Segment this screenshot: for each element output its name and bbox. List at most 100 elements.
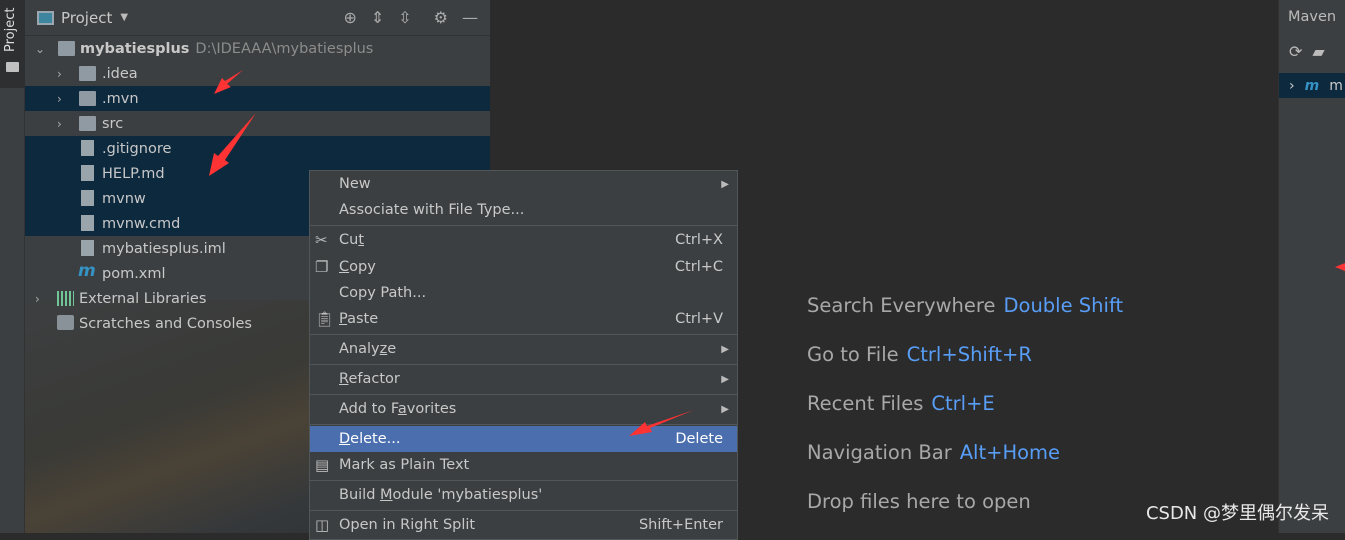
refresh-icon[interactable]: ⟳	[1289, 42, 1302, 61]
chevron-right-icon[interactable]: ›	[35, 292, 40, 306]
maven-icon: m	[78, 261, 96, 281]
tree-item-label: .idea	[102, 65, 138, 82]
folder-icon	[79, 116, 96, 131]
maven-title: Maven	[1288, 9, 1337, 25]
chevron-right-icon[interactable]: ›	[1289, 78, 1295, 94]
mnemonic: a	[397, 401, 407, 417]
chevron-down-icon[interactable]: ⌄	[35, 42, 45, 56]
chevron-right-icon[interactable]: ›	[57, 92, 62, 106]
menu-label: Analy	[339, 341, 380, 357]
hint-shortcut: Double Shift	[1003, 294, 1124, 317]
plain-text-icon: ▤	[315, 456, 330, 474]
root-name: mybatiesplus	[80, 40, 190, 57]
menu-label: Cu	[339, 232, 359, 248]
project-view-selector[interactable]: Project	[61, 9, 112, 27]
context-menu: New ▶ Associate with File Type... ✂ Cut Ctr…	[309, 170, 738, 540]
menu-label: aste	[347, 311, 379, 327]
mnemonic: t	[358, 232, 365, 248]
menu-item-new[interactable]: New ▶	[310, 171, 737, 197]
maven-project-label: m	[1329, 77, 1343, 94]
tree-item-label: External Libraries	[79, 290, 207, 307]
menu-separator	[310, 510, 737, 511]
collapse-all-icon[interactable]: ⇳	[398, 8, 411, 27]
menu-item-add-to-favorites[interactable]: Add to Favorites ▶	[310, 396, 737, 422]
chevron-right-icon[interactable]: ›	[57, 117, 62, 131]
menu-item-associate-file-type[interactable]: Associate with File Type...	[310, 197, 737, 223]
project-view-icon	[37, 10, 54, 25]
chevron-right-icon[interactable]: ›	[57, 67, 62, 81]
watermark: CSDN @梦里偶尔发呆	[1145, 503, 1329, 524]
maven-panel: Maven ⟳ ▰ › m m	[1278, 0, 1345, 533]
tree-item-label: .gitignore	[102, 140, 172, 157]
menu-item-paste[interactable]: 📋︎ Paste Ctrl+V	[310, 306, 737, 332]
scissors-icon: ✂	[315, 231, 328, 249]
file-icon	[81, 240, 94, 256]
menu-label: Mark as Plain Text	[339, 457, 470, 473]
tool-window-strip: Project	[0, 0, 25, 533]
tree-root[interactable]: ⌄ mybatiesplus D:\IDEAAA\mybatiesplus	[25, 36, 490, 61]
tree-item[interactable]: .gitignore	[25, 136, 490, 161]
expand-all-icon[interactable]: ⇕	[371, 8, 384, 27]
split-icon: ◫	[315, 516, 330, 534]
menu-item-copy-path[interactable]: Copy Path...	[310, 280, 737, 306]
menu-separator	[310, 225, 737, 226]
shortcut: Delete	[675, 431, 723, 447]
minimize-icon[interactable]: —	[462, 8, 478, 27]
menu-separator	[310, 424, 737, 425]
hint-shortcut: Ctrl+E	[931, 392, 995, 415]
submenu-arrow-icon: ▶	[721, 403, 729, 415]
folder-icon	[79, 91, 96, 106]
shortcut: Ctrl+X	[675, 232, 723, 248]
tree-item-label: .mvn	[102, 90, 139, 107]
project-panel-header: Project ▼ ⊕ ⇕ ⇳ ⚙ —	[25, 0, 490, 36]
menu-item-mark-plain-text[interactable]: ▤ Mark as Plain Text	[310, 452, 737, 478]
menu-label: Build	[339, 487, 381, 503]
menu-item-analyze[interactable]: Analyze ▶	[310, 336, 737, 362]
file-icon	[81, 190, 94, 206]
hint-label: Drop files here to open	[807, 490, 1031, 513]
submenu-arrow-icon: ▶	[721, 373, 729, 385]
hint-label: Navigation Bar	[807, 441, 952, 464]
project-tool-tab[interactable]: Project	[0, 0, 25, 88]
root-path: D:\IDEAAA\mybatiesplus	[195, 40, 374, 57]
menu-label: New	[339, 176, 371, 192]
shortcut: Ctrl+C	[674, 259, 723, 275]
chevron-down-icon[interactable]: ▼	[120, 12, 128, 23]
maven-icon: m	[1304, 77, 1320, 94]
menu-separator	[310, 480, 737, 481]
mnemonic: P	[339, 311, 348, 327]
hint-shortcut: Alt+Home	[959, 441, 1061, 464]
tree-item-label: Scratches and Consoles	[79, 315, 252, 332]
tree-item-label: mybatiesplus.iml	[102, 240, 226, 257]
menu-item-cut[interactable]: ✂ Cut Ctrl+X	[310, 227, 737, 253]
locate-icon[interactable]: ⊕	[343, 8, 356, 27]
scratches-icon	[57, 315, 74, 330]
file-icon	[81, 165, 94, 181]
menu-item-build-module[interactable]: Build Module 'mybatiesplus'	[310, 482, 737, 508]
menu-label: Associate with File Type...	[339, 202, 525, 218]
editor-hint: Drop files here to open	[807, 490, 1031, 513]
hint-label: Recent Files	[807, 392, 924, 415]
tree-item-label: mvnw	[102, 190, 146, 207]
editor-hint: Go to File Ctrl+Shift+R	[807, 343, 1032, 366]
shortcut: Shift+Enter	[638, 517, 723, 533]
maven-project-row[interactable]: › m m	[1279, 73, 1345, 98]
menu-item-open-right-split[interactable]: ◫ Open in Right Split Shift+Enter	[310, 512, 737, 538]
tree-item[interactable]: › .mvn	[25, 86, 490, 111]
menu-separator	[310, 364, 737, 365]
tree-item[interactable]: › src	[25, 111, 490, 136]
tree-item-label: mvnw.cmd	[102, 215, 181, 232]
file-icon	[81, 215, 94, 231]
menu-item-refactor[interactable]: Refactor ▶	[310, 366, 737, 392]
menu-item-delete[interactable]: Delete... Delete	[310, 426, 737, 452]
menu-separator	[310, 334, 737, 335]
menu-label: vorites	[406, 401, 457, 417]
menu-item-copy[interactable]: ❐ Copy Ctrl+C	[310, 254, 737, 280]
shortcut: Ctrl+V	[675, 311, 723, 327]
mnemonic: C	[339, 259, 350, 275]
tree-item[interactable]: › .idea	[25, 61, 490, 86]
editor-hint: Search Everywhere Double Shift	[807, 294, 1123, 317]
gear-icon[interactable]: ⚙	[434, 8, 448, 27]
add-maven-project-icon[interactable]: ▰	[1312, 42, 1324, 61]
menu-label: e	[387, 341, 397, 357]
